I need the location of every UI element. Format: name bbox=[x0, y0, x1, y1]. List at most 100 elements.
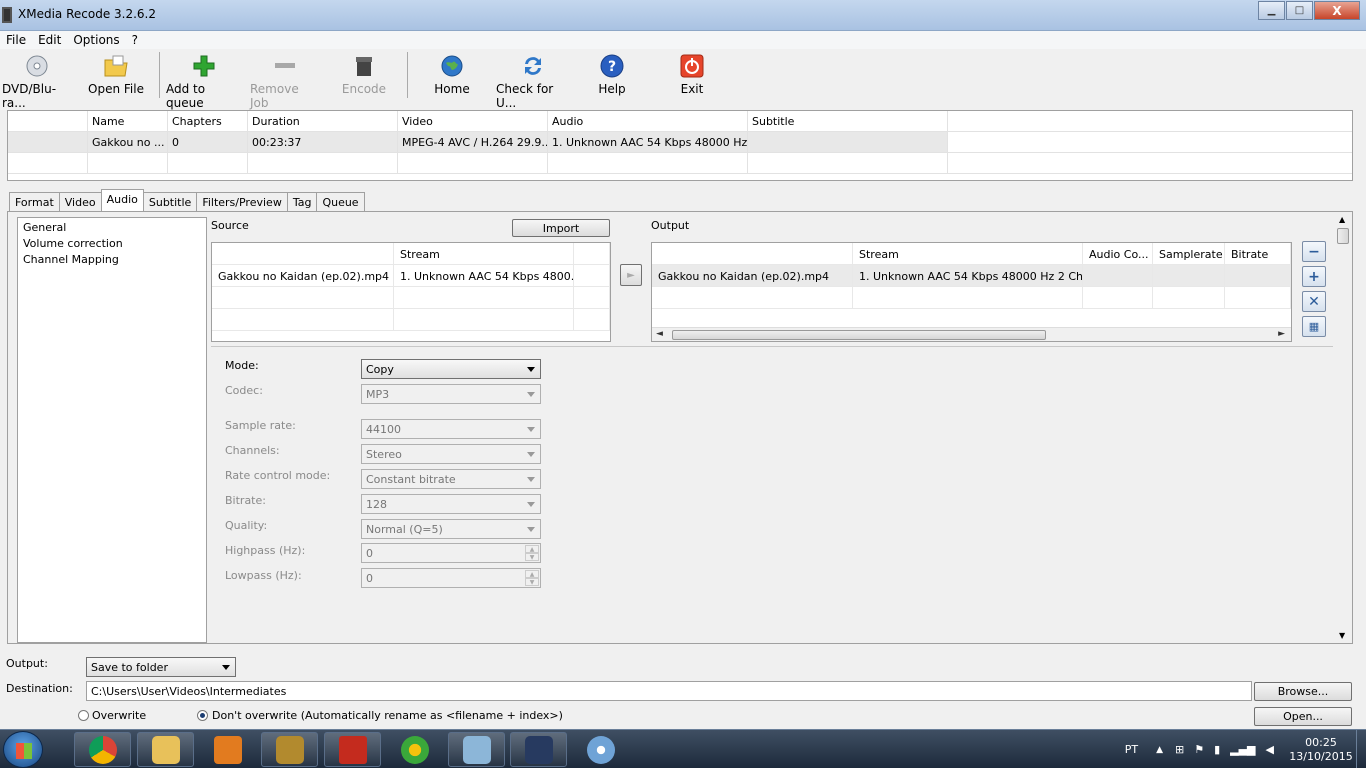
remove-job-button[interactable]: Remove Job bbox=[250, 53, 320, 110]
spin-up-icon[interactable]: ▲ bbox=[525, 545, 539, 553]
mode-select[interactable]: Copy bbox=[361, 359, 541, 379]
file-row[interactable]: Gakkou no ... 0 00:23:37 MPEG-4 AVC / H.… bbox=[8, 132, 1352, 153]
taskbar-notebook[interactable] bbox=[448, 732, 505, 767]
clock[interactable]: 00:25 13/10/2015 bbox=[1286, 736, 1356, 764]
open-file-button[interactable]: Open File bbox=[88, 53, 144, 96]
output-col-stream[interactable]: Stream bbox=[853, 243, 1083, 264]
lowpass-input[interactable]: 0 ▲ ▼ bbox=[361, 568, 541, 588]
scroll-down-icon[interactable]: ▼ bbox=[1339, 631, 1345, 640]
taskbar-icq[interactable] bbox=[386, 732, 443, 767]
scroll-thumb[interactable] bbox=[672, 330, 1046, 340]
dvd-button[interactable]: DVD/Blu-ra... bbox=[2, 53, 72, 110]
home-button[interactable]: Home bbox=[428, 53, 476, 96]
power-icon[interactable]: ▮ bbox=[1214, 743, 1220, 756]
destination-input[interactable]: C:\Users\User\Videos\Intermediates bbox=[86, 681, 1252, 701]
overwrite-radio[interactable] bbox=[78, 710, 89, 721]
volume-icon[interactable]: ◀ bbox=[1266, 743, 1274, 756]
taskbar-app-bolt[interactable] bbox=[261, 732, 318, 767]
tab-subtitle[interactable]: Subtitle bbox=[142, 192, 198, 211]
taskbar-paint[interactable] bbox=[572, 732, 629, 767]
scroll-up-icon[interactable]: ▲ bbox=[1339, 215, 1345, 224]
spin-up-icon[interactable]: ▲ bbox=[525, 570, 539, 578]
windows-flag-icon[interactable]: ⊞ bbox=[1175, 743, 1184, 756]
exit-button[interactable]: Exit bbox=[672, 53, 712, 96]
source-stream-row[interactable]: Gakkou no Kaidan (ep.02).mp4 1. Unknown … bbox=[212, 265, 610, 287]
output-col-audio-codec[interactable]: Audio Co... bbox=[1083, 243, 1153, 264]
dont-overwrite-radio[interactable] bbox=[197, 710, 208, 721]
taskbar-media-player[interactable] bbox=[199, 732, 256, 767]
bitrate-select[interactable]: 128 bbox=[361, 494, 541, 514]
windows-logo-icon bbox=[16, 743, 32, 759]
language-indicator[interactable]: PT bbox=[1125, 743, 1138, 756]
file-list-header: Name Chapters Duration Video Audio Subti… bbox=[8, 111, 1352, 132]
notebook-icon bbox=[462, 735, 491, 764]
col-audio[interactable]: Audio bbox=[548, 111, 748, 131]
spin-down-icon[interactable]: ▼ bbox=[525, 553, 539, 561]
rate-control-select[interactable]: Constant bitrate bbox=[361, 469, 541, 489]
start-button[interactable] bbox=[3, 731, 43, 768]
quality-select[interactable]: Normal (Q=5) bbox=[361, 519, 541, 539]
browse-button[interactable]: Browse... bbox=[1254, 682, 1352, 701]
tree-item-volume-correction[interactable]: Volume correction bbox=[23, 237, 201, 253]
source-stream-grid[interactable]: Stream Gakkou no Kaidan (ep.02).mp4 1. U… bbox=[211, 242, 611, 342]
scroll-thumb[interactable] bbox=[1337, 228, 1349, 244]
stream-properties-button[interactable]: ▦ bbox=[1302, 316, 1326, 337]
tab-format[interactable]: Format bbox=[9, 192, 60, 211]
window-title: XMedia Recode 3.2.6.2 bbox=[18, 7, 156, 21]
taskbar-xmedia-recode[interactable] bbox=[510, 732, 567, 767]
channels-select[interactable]: Stereo bbox=[361, 444, 541, 464]
tab-queue[interactable]: Queue bbox=[316, 192, 365, 211]
output-col-samplerate[interactable]: Samplerate bbox=[1153, 243, 1225, 264]
delete-stream-button[interactable]: ✕ bbox=[1302, 291, 1326, 312]
close-icon: ✕ bbox=[1308, 293, 1320, 310]
maximize-button[interactable]: □ bbox=[1286, 1, 1313, 20]
add-stream-button[interactable]: + bbox=[1302, 266, 1326, 287]
network-icon[interactable]: ▂▄▆ bbox=[1230, 743, 1255, 756]
encode-button[interactable]: Encode bbox=[336, 53, 392, 96]
taskbar-dic[interactable] bbox=[324, 732, 381, 767]
col-video[interactable]: Video bbox=[398, 111, 548, 131]
col-name[interactable]: Name bbox=[88, 111, 168, 131]
source-col-stream[interactable]: Stream bbox=[394, 243, 574, 264]
transfer-arrow-button[interactable]: ► bbox=[620, 264, 642, 286]
show-desktop-button[interactable] bbox=[1356, 730, 1366, 768]
codec-select[interactable]: MP3 bbox=[361, 384, 541, 404]
tab-audio[interactable]: Audio bbox=[100, 189, 144, 211]
check-updates-button[interactable]: Check for U... bbox=[496, 53, 570, 110]
tree-item-general[interactable]: General bbox=[23, 221, 201, 237]
help-button[interactable]: ? Help bbox=[592, 53, 632, 96]
col-chapters[interactable]: Chapters bbox=[168, 111, 248, 131]
col-subtitle[interactable]: Subtitle bbox=[748, 111, 948, 131]
close-button[interactable]: X bbox=[1314, 1, 1360, 20]
menu-file[interactable]: File bbox=[0, 33, 32, 47]
output-mode-select[interactable]: Save to folder bbox=[86, 657, 236, 677]
output-stream-grid[interactable]: Stream Audio Co... Samplerate Bitrate Ga… bbox=[651, 242, 1292, 342]
output-horizontal-scrollbar[interactable]: ◄ ► bbox=[652, 327, 1291, 341]
folder-icon bbox=[103, 53, 129, 79]
open-button[interactable]: Open... bbox=[1254, 707, 1352, 726]
output-stream-row[interactable]: Gakkou no Kaidan (ep.02).mp4 1. Unknown … bbox=[652, 265, 1291, 287]
sample-rate-select[interactable]: 44100 bbox=[361, 419, 541, 439]
import-button[interactable]: Import bbox=[512, 219, 610, 237]
tab-tag[interactable]: Tag bbox=[286, 192, 318, 211]
menu-edit[interactable]: Edit bbox=[32, 33, 67, 47]
menu-options[interactable]: Options bbox=[67, 33, 125, 47]
taskbar-chrome[interactable] bbox=[74, 732, 131, 767]
remove-stream-button[interactable]: − bbox=[1302, 241, 1326, 262]
tab-video[interactable]: Video bbox=[58, 192, 102, 211]
show-hidden-icons-icon[interactable]: ▲ bbox=[1156, 745, 1163, 755]
taskbar-explorer[interactable] bbox=[137, 732, 194, 767]
menu-help[interactable]: ? bbox=[126, 33, 144, 47]
add-to-queue-button[interactable]: Add to queue bbox=[166, 53, 242, 110]
action-center-icon[interactable]: ⚑ bbox=[1194, 743, 1204, 756]
tree-item-channel-mapping[interactable]: Channel Mapping bbox=[23, 253, 201, 269]
file-list[interactable]: Name Chapters Duration Video Audio Subti… bbox=[7, 110, 1353, 181]
tab-filters-preview[interactable]: Filters/Preview bbox=[196, 192, 288, 211]
highpass-input[interactable]: 0 ▲ ▼ bbox=[361, 543, 541, 563]
col-duration[interactable]: Duration bbox=[248, 111, 398, 131]
spin-down-icon[interactable]: ▼ bbox=[525, 578, 539, 586]
bitrate-label: Bitrate: bbox=[225, 494, 266, 507]
output-col-bitrate[interactable]: Bitrate bbox=[1225, 243, 1291, 264]
minimize-button[interactable]: ▁ bbox=[1258, 1, 1285, 20]
panel-vertical-scrollbar[interactable]: ▲ ▼ bbox=[1334, 212, 1352, 643]
